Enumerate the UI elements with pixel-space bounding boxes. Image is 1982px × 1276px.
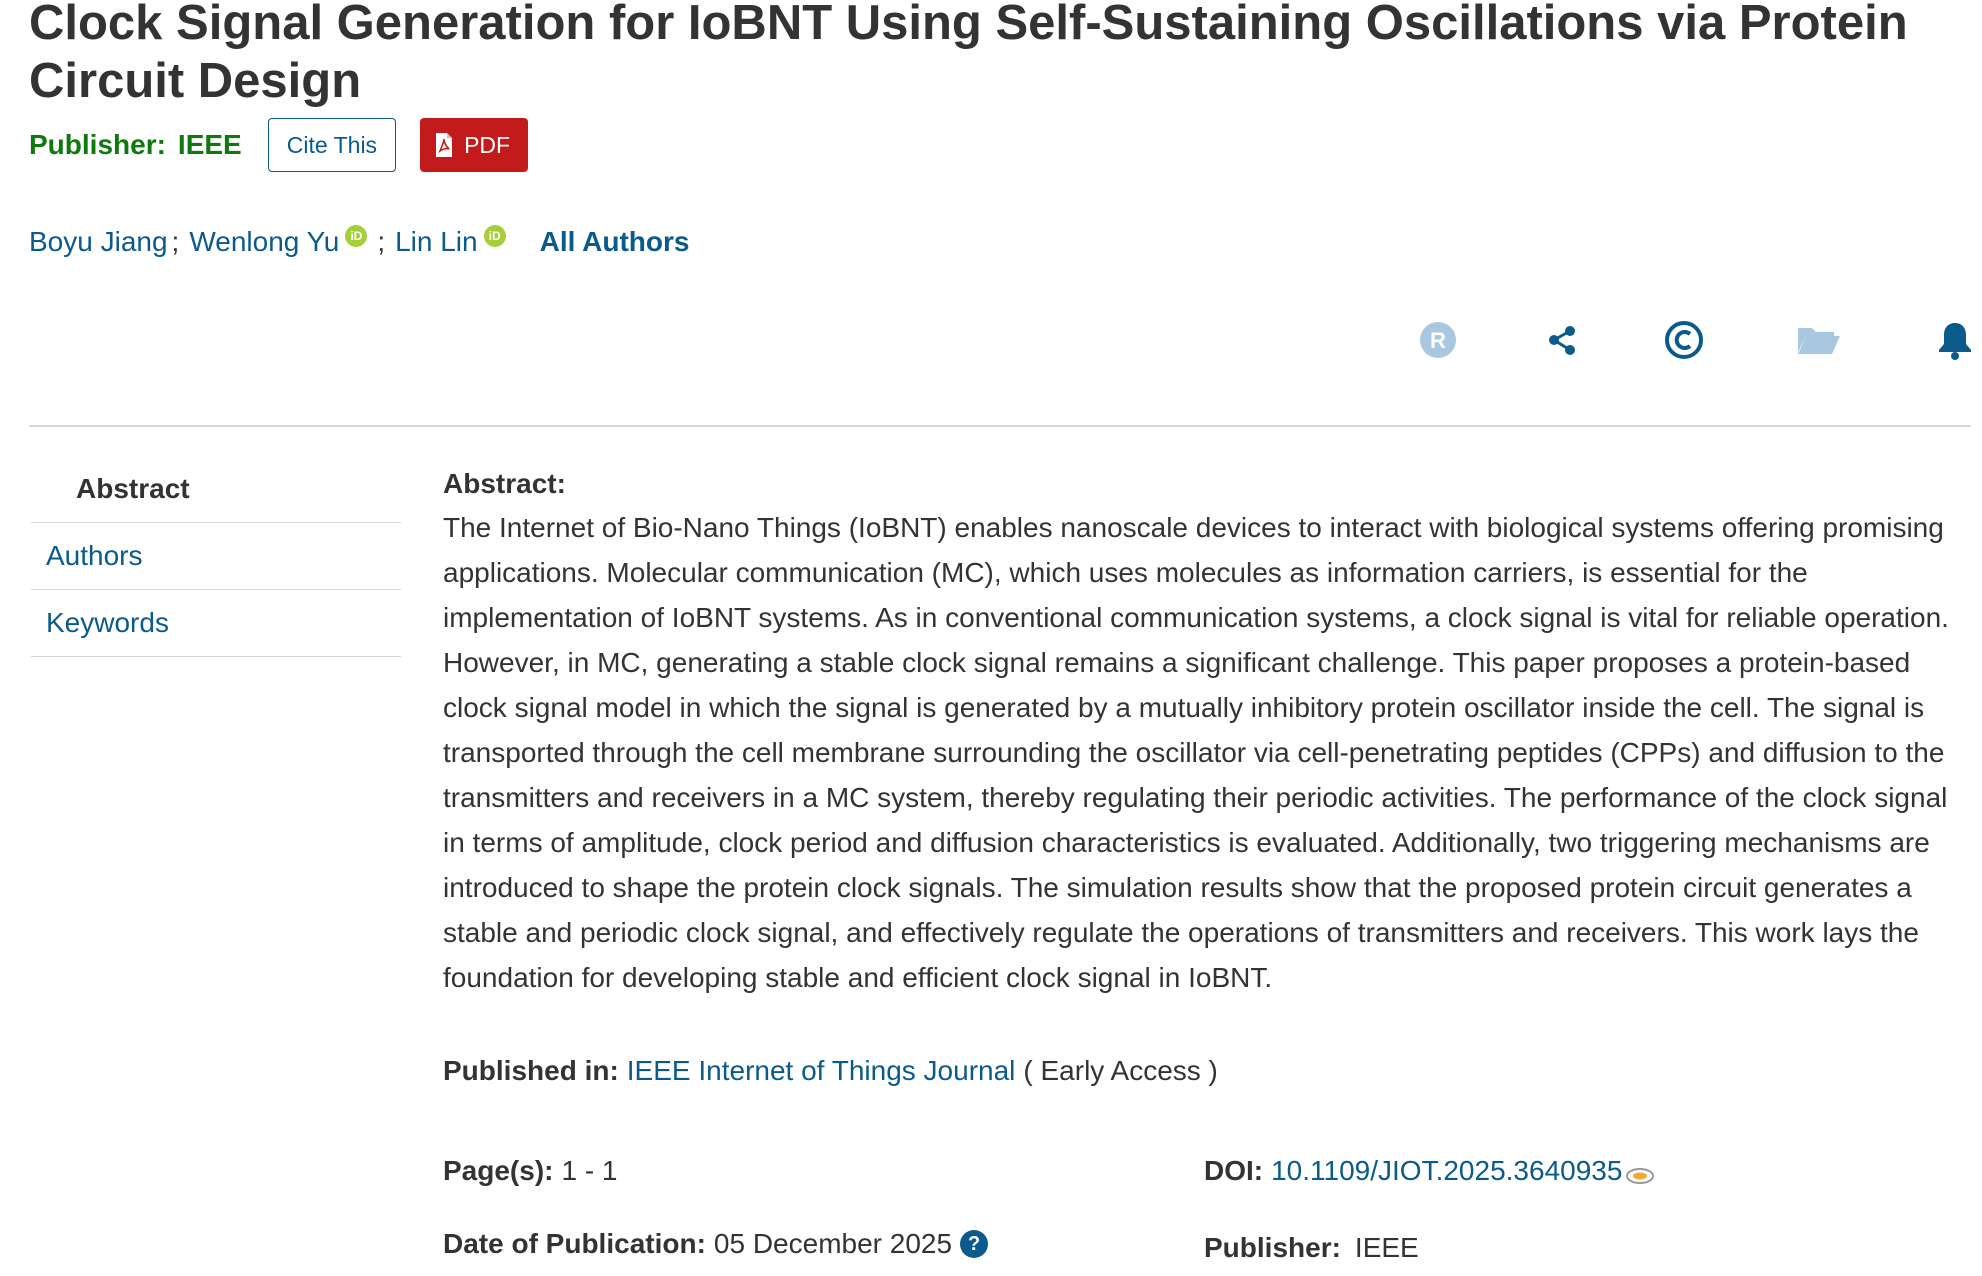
pdf-label: PDF xyxy=(464,131,511,158)
pages-label: Page(s): xyxy=(443,1155,554,1186)
nav-abstract[interactable]: Abstract xyxy=(31,456,401,523)
doi-resolver-icon[interactable] xyxy=(1624,1164,1656,1186)
paper-title: Clock Signal Generation for IoBNT Using … xyxy=(29,0,1908,108)
published-in-label: Published in: xyxy=(443,1055,619,1086)
date-label: Date of Publication: xyxy=(443,1228,706,1259)
cite-this-button[interactable]: Cite This xyxy=(267,118,397,172)
orcid-icon[interactable]: iD xyxy=(345,225,368,247)
publisher-meta: Publisher: IEEE xyxy=(1204,1232,1419,1264)
date-value: 05 December 2025 xyxy=(713,1228,953,1259)
side-nav: Abstract Authors Keywords xyxy=(31,456,401,657)
journal-status: ( Early Access ) xyxy=(1023,1055,1218,1086)
section-divider xyxy=(29,425,1971,427)
nav-keywords[interactable]: Keywords xyxy=(31,590,401,657)
pdf-icon xyxy=(436,133,453,157)
all-authors-link[interactable]: All Authors xyxy=(540,226,690,258)
svg-text:R: R xyxy=(1430,328,1446,353)
author-link[interactable]: Wenlong Yu xyxy=(189,226,339,258)
author-separator: ; xyxy=(377,226,386,257)
publisher-value: IEEE xyxy=(177,129,242,160)
folder-icon[interactable] xyxy=(1795,318,1841,362)
abstract-text: The Internet of Bio-Nano Things (IoBNT) … xyxy=(443,512,1949,993)
copyright-icon[interactable] xyxy=(1662,318,1706,362)
author-separator: ; xyxy=(171,226,180,257)
doi-info: DOI: 10.1109/JIOT.2025.3640935 xyxy=(1204,1155,1656,1187)
doi-label: DOI: xyxy=(1204,1155,1264,1186)
bell-icon[interactable] xyxy=(1933,318,1977,362)
doi-link[interactable]: 10.1109/JIOT.2025.3640935 xyxy=(1271,1155,1622,1187)
journal-link[interactable]: IEEE Internet of Things Journal xyxy=(627,1055,1016,1087)
pages-value: 1 - 1 xyxy=(561,1155,618,1186)
published-in: Published in: IEEE Internet of Things Jo… xyxy=(443,1055,1218,1087)
pdf-button[interactable]: PDF xyxy=(420,118,529,172)
publisher-meta-label: Publisher: xyxy=(1204,1232,1341,1263)
action-toolbar: R xyxy=(0,318,1982,362)
publisher-row: Publisher: IEEE Cite This PDF xyxy=(29,118,529,172)
rights-icon[interactable]: R xyxy=(1416,318,1460,362)
publication-date: Date of Publication: 05 December 2025 ? xyxy=(443,1228,989,1260)
publisher-label: Publisher: xyxy=(29,129,166,160)
orcid-icon[interactable]: iD xyxy=(483,225,506,247)
abstract-heading: Abstract: xyxy=(443,468,566,499)
author-link[interactable]: Boyu Jiang xyxy=(29,226,168,258)
publisher-meta-value: IEEE xyxy=(1354,1232,1419,1263)
share-icon[interactable] xyxy=(1540,318,1584,362)
help-icon[interactable]: ? xyxy=(960,1230,989,1258)
author-link[interactable]: Lin Lin xyxy=(395,226,478,258)
nav-authors[interactable]: Authors xyxy=(31,523,401,590)
authors-list: Boyu Jiang ; Wenlong Yu iD ; Lin Lin iD … xyxy=(29,225,690,258)
pages-info: Page(s): 1 - 1 xyxy=(443,1155,618,1187)
